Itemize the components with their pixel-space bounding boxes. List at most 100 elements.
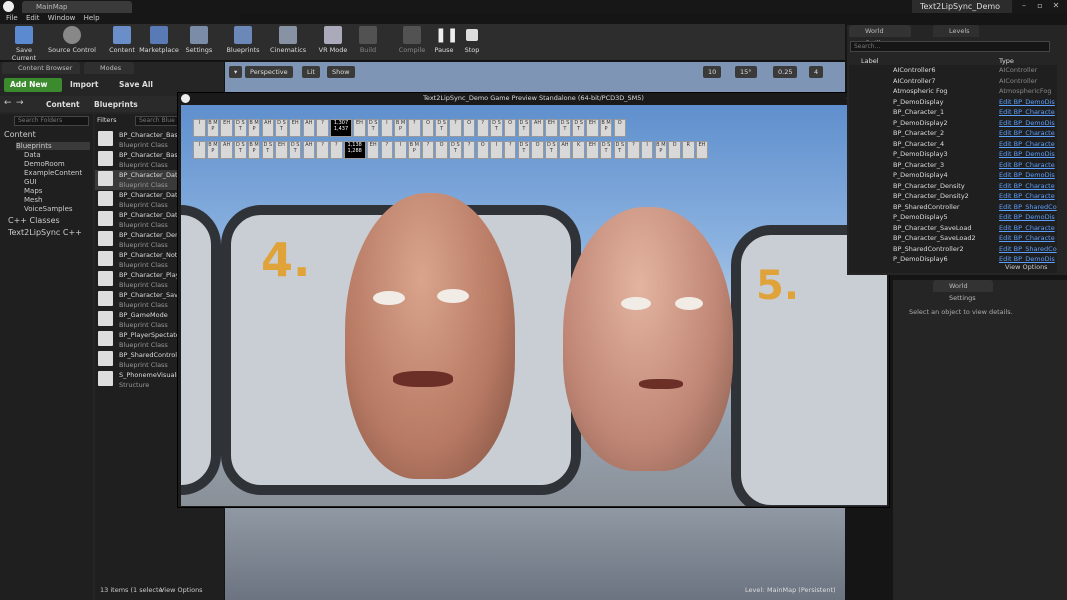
maximize-icon[interactable]: ▫: [1034, 1, 1046, 11]
viewport-menu-button[interactable]: ▾: [229, 66, 243, 78]
outliner-row-type[interactable]: Edit BP_DemoDis: [999, 97, 1055, 107]
tab-world-settings[interactable]: World Settings: [933, 280, 993, 302]
outliner-row[interactable]: BP_Character_Density Edit BP_Characte: [849, 181, 1057, 191]
lit-button[interactable]: Lit: [302, 66, 320, 78]
outliner-row[interactable]: BP_SharedController2 Edit BP_SharedCo: [849, 244, 1057, 254]
minimize-icon[interactable]: –: [1018, 1, 1030, 11]
tree-item-cpp-classes[interactable]: C++ Classes: [8, 216, 60, 225]
settings-button[interactable]: Settings: [184, 26, 214, 59]
outliner-row-type[interactable]: Edit BP_Characte: [999, 107, 1055, 117]
column-type[interactable]: Type: [999, 57, 1014, 65]
vr-mode-button[interactable]: VR Mode: [318, 26, 348, 59]
compile-button[interactable]: Compile: [398, 26, 426, 59]
outliner-row-type[interactable]: Edit BP_Characte: [999, 139, 1055, 149]
outliner-row[interactable]: AIController7 AIController: [849, 76, 1057, 86]
tree-item-content[interactable]: Content: [4, 130, 36, 139]
outliner-row-type[interactable]: Edit BP_Characte: [999, 160, 1055, 170]
outliner-row-type[interactable]: Edit BP_Characte: [999, 128, 1055, 138]
tree-item-voicesamples[interactable]: VoiceSamples: [24, 205, 73, 213]
outliner-row-type[interactable]: Edit BP_DemoDis: [999, 212, 1055, 222]
breadcrumb-content[interactable]: Content: [46, 100, 80, 109]
asset-type: Blueprint Class: [119, 341, 168, 349]
close-icon[interactable]: ✕: [1050, 1, 1062, 11]
outliner-view-options-button[interactable]: View Options: [1005, 263, 1048, 271]
outliner-row[interactable]: P_DemoDisplay2 Edit BP_DemoDis: [849, 118, 1057, 128]
pause-button[interactable]: ❚❚ Pause: [433, 26, 458, 59]
phoneme-cell: B M P: [206, 119, 220, 137]
view-options-button[interactable]: View Options: [160, 586, 203, 594]
breadcrumb-blueprints[interactable]: Blueprints: [94, 100, 138, 109]
blueprints-button[interactable]: Blueprints: [225, 26, 261, 59]
outliner-row[interactable]: P_DemoDisplay4 Edit BP_DemoDis: [849, 170, 1057, 180]
camera-speed-button[interactable]: 4: [809, 66, 824, 78]
source-control-button[interactable]: Source Control: [48, 26, 96, 59]
column-label[interactable]: Label: [861, 57, 879, 65]
tree-item-maps[interactable]: Maps: [24, 187, 42, 195]
phoneme-cell: D S T: [261, 141, 274, 159]
save-all-button[interactable]: Save All: [115, 78, 170, 92]
angle-snap-button[interactable]: 15°: [735, 66, 757, 78]
tree-item-examplecontent[interactable]: ExampleContent: [24, 169, 82, 177]
outliner-row[interactable]: P_DemoDisplay3 Edit BP_DemoDis: [849, 149, 1057, 159]
stop-button[interactable]: Stop: [462, 26, 482, 59]
tab-world-outliner[interactable]: World Outliner: [849, 25, 911, 47]
tree-item-blueprints[interactable]: Blueprints: [16, 142, 90, 150]
outliner-row[interactable]: BP_Character_3 Edit BP_Characte: [849, 160, 1057, 170]
add-new-button[interactable]: Add New: [4, 78, 62, 92]
tree-item-text2lipsync-cpp[interactable]: Text2LipSync C++: [8, 228, 82, 237]
outliner-row[interactable]: P_DemoDisplay5 Edit BP_DemoDis: [849, 212, 1057, 222]
outliner-row[interactable]: BP_Character_2 Edit BP_Characte: [849, 128, 1057, 138]
filters-button[interactable]: Filters: [97, 116, 116, 124]
scale-snap-button[interactable]: 0.25: [773, 66, 798, 78]
menu-file[interactable]: File: [6, 13, 18, 24]
outliner-row-type[interactable]: Edit BP_DemoDis: [999, 149, 1055, 159]
outliner-row-type: AtmosphericFog: [999, 87, 1052, 95]
tab-content-browser[interactable]: Content Browser: [2, 62, 80, 74]
tree-item-mesh[interactable]: Mesh: [24, 196, 42, 204]
outliner-row[interactable]: BP_Character_4 Edit BP_Characte: [849, 139, 1057, 149]
outliner-row-type[interactable]: Edit BP_Characte: [999, 191, 1055, 201]
outliner-row-type[interactable]: Edit BP_SharedCo: [999, 202, 1057, 212]
outliner-row[interactable]: AIController6 AIController: [849, 65, 1057, 75]
tree-item-demoroom[interactable]: DemoRoom: [24, 160, 65, 168]
outliner-row[interactable]: P_DemoDisplay Edit BP_DemoDis: [849, 97, 1057, 107]
menu-window[interactable]: Window: [48, 13, 76, 24]
menu-edit[interactable]: Edit: [26, 13, 40, 24]
save-current-button[interactable]: Save Current: [3, 26, 45, 62]
outliner-row[interactable]: BP_Character_1 Edit BP_Characte: [849, 107, 1057, 117]
search-folders-input[interactable]: Search Folders: [14, 116, 89, 126]
outliner-row-type[interactable]: Edit BP_DemoDis: [999, 118, 1055, 128]
marketplace-button[interactable]: Marketplace: [139, 26, 179, 59]
tab-modes[interactable]: Modes: [84, 62, 134, 74]
outliner-row-type[interactable]: Edit BP_Characte: [999, 223, 1055, 233]
asset-name: S_PhonemeVisuali: [119, 371, 179, 379]
asset-type: Blueprint Class: [119, 261, 168, 269]
grid-snap-button[interactable]: 10: [703, 66, 722, 78]
game-preview-window[interactable]: Text2LipSync_Demo Game Preview Standalon…: [177, 92, 890, 508]
phoneme-cell: ?: [627, 141, 640, 159]
import-button[interactable]: Import: [66, 78, 110, 92]
forward-icon[interactable]: →: [16, 98, 24, 108]
outliner-row[interactable]: BP_Character_Density2 Edit BP_Characte: [849, 191, 1057, 201]
cinematics-button[interactable]: Cinematics: [270, 26, 306, 59]
content-button[interactable]: Content: [107, 26, 137, 59]
outliner-row-type[interactable]: Edit BP_Characte: [999, 233, 1055, 243]
outliner-row[interactable]: BP_Character_SaveLoad Edit BP_Characte: [849, 223, 1057, 233]
outliner-row-type[interactable]: Edit BP_Characte: [999, 181, 1055, 191]
perspective-button[interactable]: Perspective: [245, 66, 293, 78]
show-button[interactable]: Show: [327, 66, 355, 78]
outliner-row-type[interactable]: Edit BP_SharedCo: [999, 244, 1057, 254]
tree-item-gui[interactable]: GUI: [24, 178, 37, 186]
back-icon[interactable]: ←: [4, 98, 12, 108]
menu-help[interactable]: Help: [84, 13, 100, 24]
outliner-search-input[interactable]: Search...: [850, 41, 1050, 52]
outliner-row[interactable]: BP_SharedController Edit BP_SharedCo: [849, 202, 1057, 212]
build-button[interactable]: Build: [356, 26, 380, 59]
tree-item-data[interactable]: Data: [24, 151, 41, 159]
outliner-row[interactable]: Atmospheric Fog AtmosphericFog: [849, 86, 1057, 96]
display-label-4: 4.: [261, 233, 311, 287]
tab-mainmap[interactable]: MainMap: [22, 1, 132, 13]
outliner-row-type[interactable]: Edit BP_DemoDis: [999, 170, 1055, 180]
outliner-row[interactable]: BP_Character_SaveLoad2 Edit BP_Characte: [849, 233, 1057, 243]
tab-levels[interactable]: Levels: [933, 25, 979, 37]
